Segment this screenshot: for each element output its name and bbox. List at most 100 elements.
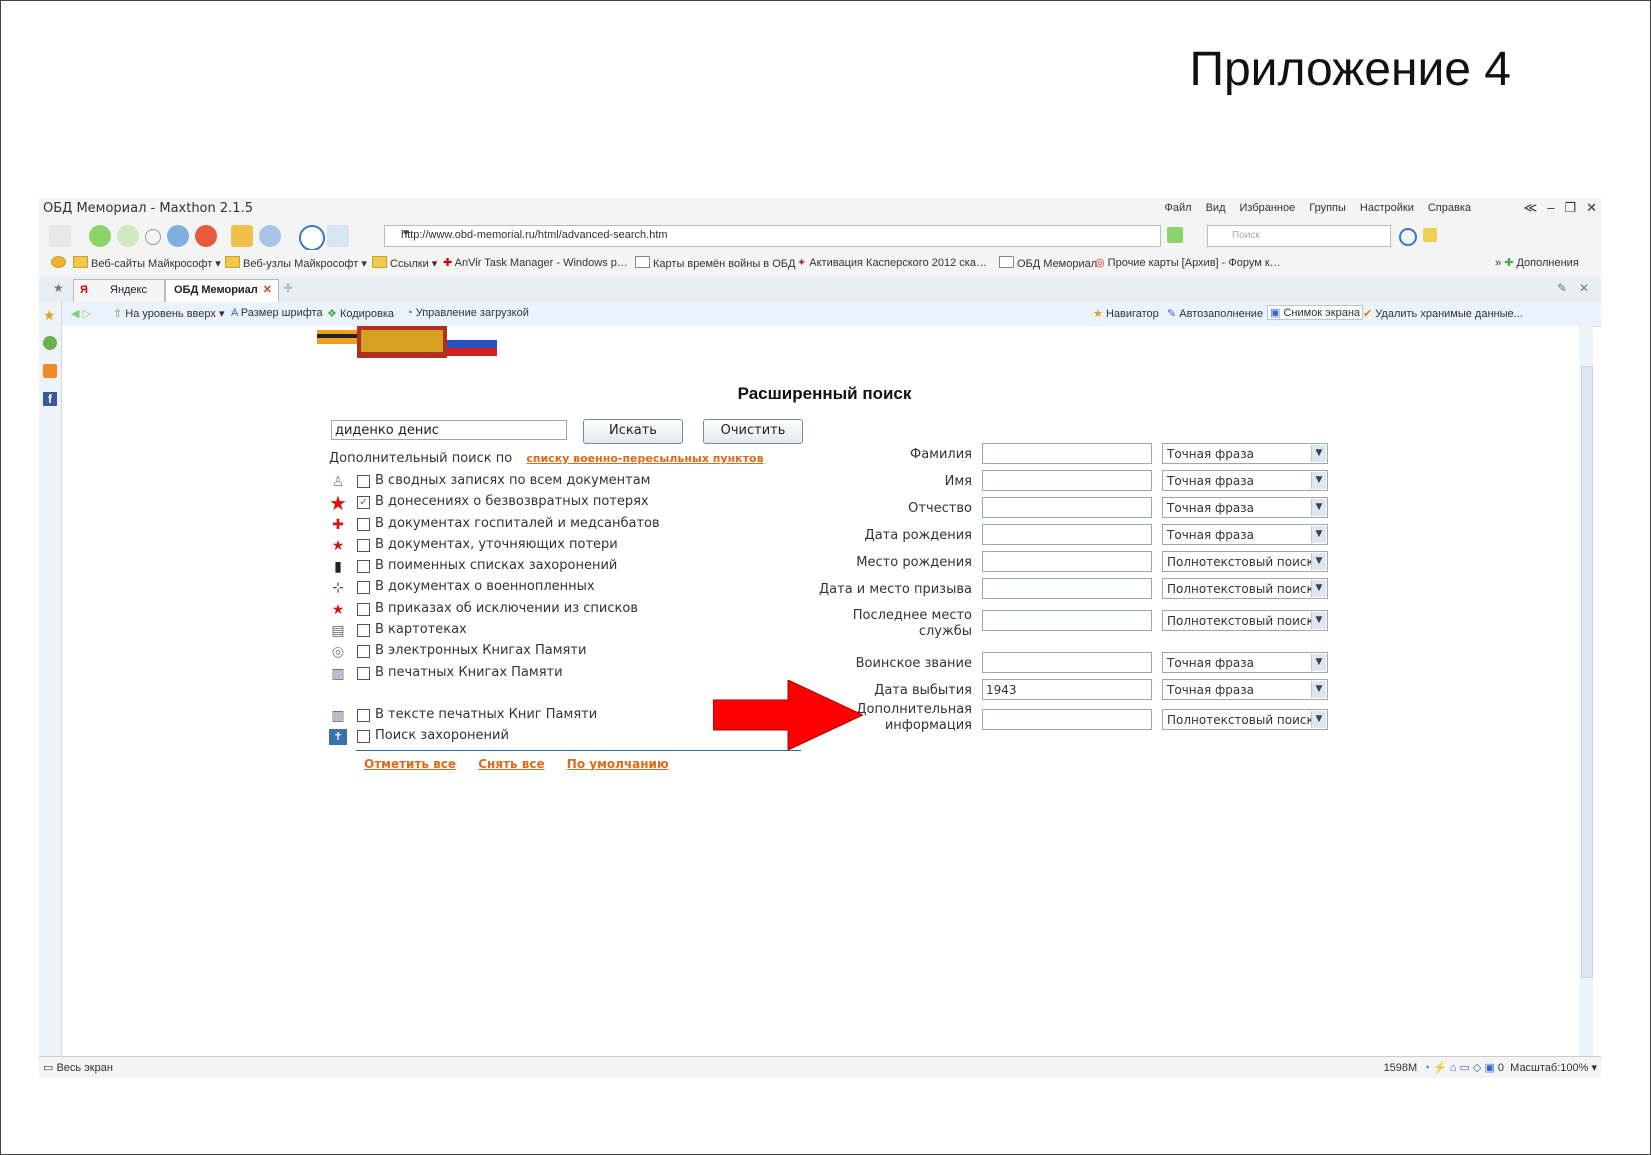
favorites-heart-icon[interactable] — [51, 256, 69, 270]
source-checkbox[interactable] — [357, 539, 370, 552]
tab-obd-memorial[interactable]: ОБД Мемориал ✕ — [165, 279, 279, 302]
search-icon[interactable] — [1399, 228, 1417, 246]
source-checkbox[interactable] — [357, 667, 370, 680]
new-tab-icon[interactable]: ✚ — [283, 281, 293, 295]
highlight-icon[interactable] — [1423, 228, 1437, 242]
undo-close-icon[interactable] — [259, 225, 281, 247]
download-manager-button[interactable]: ◔ Управление загрузкой — [406, 307, 529, 319]
match-mode-select[interactable]: Точная фраза ▼ — [1162, 679, 1328, 700]
status-left[interactable]: ▭ Весь экран — [43, 1061, 113, 1074]
match-mode-select[interactable]: Полнотекстовый поиск ▼ — [1162, 610, 1328, 631]
up-level-button[interactable]: ⇧ На уровень вверх ▾ — [113, 307, 224, 320]
fav-item-6[interactable]: ОБД Мемориал — [999, 256, 1097, 270]
back-icon[interactable] — [89, 225, 111, 247]
select-all-link[interactable]: Отметить все — [364, 757, 456, 771]
rank-input[interactable] — [982, 652, 1152, 673]
source-checkbox[interactable] — [357, 624, 370, 637]
departure-date-input[interactable]: 1943 — [982, 679, 1152, 700]
zoom-level[interactable]: Масштаб:100% — [1510, 1062, 1588, 1074]
deselect-all-link[interactable]: Снять все — [478, 757, 544, 771]
refresh-icon[interactable] — [167, 225, 189, 247]
font-size-button[interactable]: A Размер шрифта — [231, 307, 323, 319]
match-mode-select[interactable]: Точная фраза ▼ — [1162, 443, 1328, 464]
tab-yandex[interactable]: Я Яндекс — [73, 279, 165, 302]
source-checkbox[interactable] — [357, 603, 370, 616]
last-service-input[interactable] — [982, 610, 1152, 631]
fav-item-1[interactable]: Веб-узлы Майкрософт ▾ — [225, 256, 367, 270]
birth-date-input[interactable] — [982, 524, 1152, 545]
default-link[interactable]: По умолчанию — [567, 757, 669, 771]
pin-star-icon[interactable]: ★ — [53, 281, 64, 295]
fav-item-5[interactable]: ✦ Активация Касперского 2012 ска… — [797, 256, 987, 269]
match-mode-select[interactable]: Точная фраза ▼ — [1162, 524, 1328, 545]
navigator-button[interactable]: ★ Навигатор — [1093, 307, 1159, 320]
close-window-icon[interactable]: ✕ — [1586, 200, 1597, 216]
fav-item-0[interactable]: Веб-сайты Майкрософт ▾ — [73, 256, 221, 270]
source-checkbox[interactable] — [357, 518, 370, 531]
match-mode-select[interactable]: Точная фраза ▼ — [1162, 470, 1328, 491]
close-all-icon[interactable]: ✕ — [1579, 281, 1589, 295]
home-icon[interactable] — [231, 225, 253, 247]
additional-info-input[interactable] — [982, 709, 1152, 730]
screenshot-button[interactable]: ▣ Снимок экрана — [1267, 305, 1364, 320]
address-bar[interactable]: http://www.obd-memorial.ru/html/advanced… — [384, 225, 1161, 247]
status-tool-icons[interactable]: ◔ ⚡ ⌂ ▭ ◇ ▣ — [1420, 1062, 1495, 1074]
match-mode-select[interactable]: Полнотекстовый поиск ▼ — [1162, 578, 1328, 599]
close-tab-icon[interactable]: ✕ — [263, 283, 272, 296]
match-mode-select[interactable]: Точная фраза ▼ — [1162, 652, 1328, 673]
menu-favorites[interactable]: Избранное — [1240, 202, 1296, 214]
transit-points-link[interactable]: списку военно-пересыльных пунктов — [526, 452, 763, 465]
fav-item-4[interactable]: Карты времён войны в ОБД — [635, 256, 795, 270]
search-button[interactable]: Искать — [583, 419, 683, 444]
address-dropdown-icon[interactable]: ▼ — [401, 228, 1156, 239]
search-box[interactable]: Поиск — [1207, 225, 1391, 247]
fav-item-7[interactable]: ◎ Прочие карты [Архив] - Форум к… — [1095, 256, 1281, 269]
source-checkbox[interactable] — [357, 560, 370, 573]
fav-item-3[interactable]: ✚ AnVir Task Manager - Windows p… — [443, 256, 628, 269]
history-dropdown-icon[interactable] — [145, 229, 161, 245]
source-checkbox[interactable] — [357, 581, 370, 594]
source-checkbox[interactable] — [357, 730, 370, 743]
restore-icon[interactable]: ❐ — [1564, 200, 1576, 216]
menu-view[interactable]: Вид — [1206, 202, 1226, 214]
favorites-star-icon[interactable]: ★ — [43, 308, 57, 322]
autofill-button[interactable]: ✎ Автозаполнение — [1167, 307, 1263, 320]
menu-groups[interactable]: Группы — [1309, 202, 1346, 214]
extra-search-line: Дополнительный поиск по списку военно-пе… — [329, 451, 764, 466]
source-checkbox[interactable] — [357, 709, 370, 722]
new-page-icon[interactable] — [49, 225, 71, 247]
source-checkbox[interactable] — [357, 475, 370, 488]
scrollbar-thumb[interactable] — [1581, 366, 1593, 978]
clock-icon[interactable] — [299, 225, 325, 251]
pt-back-icon[interactable]: ◀ ▷ — [71, 307, 91, 320]
match-mode-select[interactable]: Точная фраза ▼ — [1162, 497, 1328, 518]
go-icon[interactable] — [1167, 227, 1183, 243]
vertical-scrollbar[interactable] — [1579, 326, 1593, 1056]
addons-button[interactable]: » ✚ Дополнения — [1495, 256, 1579, 269]
patronymic-input[interactable] — [982, 497, 1152, 518]
source-checkbox[interactable] — [357, 645, 370, 658]
rss-icon[interactable] — [43, 364, 57, 378]
menu-settings[interactable]: Настройки — [1360, 202, 1414, 214]
menu-help[interactable]: Справка — [1428, 202, 1471, 214]
clear-data-button[interactable]: ✔ Удалить хранимые данные... — [1363, 307, 1523, 320]
match-mode-select[interactable]: Полнотекстовый поиск ▼ — [1162, 709, 1328, 730]
fav-item-2[interactable]: Ссылки ▾ — [372, 256, 437, 270]
page-icon[interactable] — [327, 225, 349, 247]
facebook-icon[interactable]: f — [43, 392, 57, 406]
encoding-button[interactable]: ❖ Кодировка — [327, 307, 394, 320]
birth-place-input[interactable] — [982, 551, 1152, 572]
forward-icon[interactable] — [117, 225, 139, 247]
search-query-input[interactable]: диденко денис — [331, 420, 567, 440]
minimize-icon[interactable]: – — [1547, 200, 1554, 216]
contact-icon[interactable] — [43, 336, 57, 350]
source-checkbox[interactable]: ✓ — [357, 496, 370, 509]
more-icon[interactable]: ≪ — [1524, 200, 1538, 216]
surname-input[interactable] — [982, 443, 1152, 464]
name-input[interactable] — [982, 470, 1152, 491]
draft-input[interactable] — [982, 578, 1152, 599]
match-mode-select[interactable]: Полнотекстовый поиск ▼ — [1162, 551, 1328, 572]
stop-icon[interactable] — [195, 225, 217, 247]
menu-file[interactable]: Файл — [1165, 202, 1192, 214]
tools-icon[interactable]: ✎ — [1557, 281, 1567, 295]
